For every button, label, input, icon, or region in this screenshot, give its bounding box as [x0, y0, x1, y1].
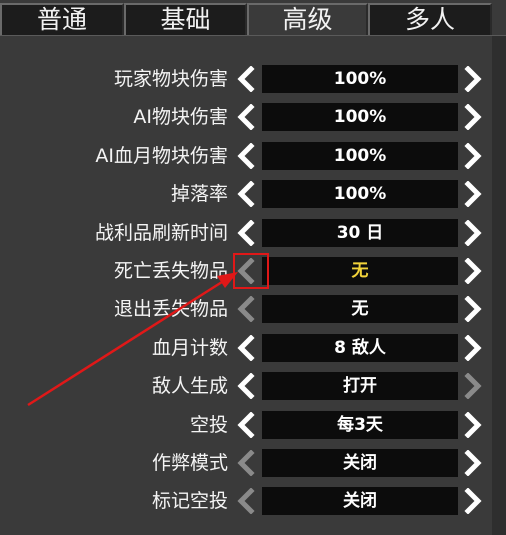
chevron-right-icon	[464, 220, 482, 246]
setting-label: 掉落率	[170, 183, 228, 205]
chevron-right-icon	[464, 450, 482, 476]
tab-normal[interactable]: 普通	[0, 3, 124, 35]
setting-label: 标记空投	[151, 490, 228, 512]
decrease-button[interactable]	[235, 488, 257, 514]
setting-value: 100%	[262, 142, 458, 170]
setting-value: 无	[262, 295, 458, 323]
chevron-left-icon	[237, 66, 255, 92]
increase-button[interactable]	[462, 488, 484, 514]
decrease-button[interactable]	[235, 296, 257, 322]
setting-label: 玩家物块伤害	[113, 68, 228, 90]
decrease-button[interactable]	[235, 143, 257, 169]
chevron-left-icon	[237, 335, 255, 361]
setting-row-ai-block-damage: AI物块伤害 100%	[0, 100, 506, 134]
setting-label: 血月计数	[151, 337, 228, 359]
chevron-right-icon	[464, 488, 482, 514]
setting-row-bloodmoon-count: 血月计数 8 敌人	[0, 331, 506, 365]
setting-label: 退出丢失物品	[113, 298, 228, 320]
setting-label: 敌人生成	[151, 375, 228, 397]
setting-row-cheat-mode: 作弊模式 关闭	[0, 446, 506, 480]
decrease-button[interactable]	[235, 335, 257, 361]
setting-row-mark-airdrop: 标记空投 关闭	[0, 484, 506, 518]
chevron-left-icon	[237, 373, 255, 399]
increase-button[interactable]	[462, 335, 484, 361]
increase-button[interactable]	[462, 412, 484, 438]
chevron-right-icon	[464, 258, 482, 284]
tab-basic[interactable]: 基础	[124, 3, 247, 35]
setting-row-drop-rate: 掉落率 100%	[0, 177, 506, 211]
chevron-right-icon	[464, 181, 482, 207]
increase-button[interactable]	[462, 181, 484, 207]
setting-row-ai-bloodmoon-block-damage: AI血月物块伤害 100%	[0, 139, 506, 173]
increase-button[interactable]	[462, 373, 484, 399]
setting-value: 无	[262, 257, 458, 285]
chevron-left-icon	[237, 412, 255, 438]
chevron-right-icon	[464, 143, 482, 169]
setting-value: 每3天	[262, 411, 458, 439]
setting-row-enemy-spawning: 敌人生成 打开	[0, 369, 506, 403]
setting-label: AI血月物块伤害	[95, 145, 228, 167]
increase-button[interactable]	[462, 450, 484, 476]
setting-value: 100%	[262, 65, 458, 93]
chevron-right-icon	[464, 373, 482, 399]
increase-button[interactable]	[462, 104, 484, 130]
increase-button[interactable]	[462, 220, 484, 246]
chevron-left-icon	[237, 104, 255, 130]
tab-divider	[0, 35, 506, 36]
chevron-right-icon	[464, 296, 482, 322]
chevron-right-icon	[464, 66, 482, 92]
setting-value: 关闭	[262, 487, 458, 515]
setting-row-airdrop: 空投 每3天	[0, 408, 506, 442]
chevron-left-icon	[237, 181, 255, 207]
decrease-button[interactable]	[235, 66, 257, 92]
setting-value: 打开	[262, 372, 458, 400]
chevron-left-icon	[237, 296, 255, 322]
tab-multiplayer[interactable]: 多人	[368, 3, 492, 35]
setting-value: 关闭	[262, 449, 458, 477]
chevron-left-icon	[237, 220, 255, 246]
chevron-left-icon	[237, 143, 255, 169]
decrease-button[interactable]	[235, 181, 257, 207]
tab-advanced[interactable]: 高级	[247, 3, 368, 35]
setting-row-player-block-damage: 玩家物块伤害 100%	[0, 62, 506, 96]
setting-row-quit-drop-items: 退出丢失物品 无	[0, 292, 506, 326]
increase-button[interactable]	[462, 143, 484, 169]
setting-value: 30 日	[262, 219, 458, 247]
decrease-button[interactable]	[235, 104, 257, 130]
increase-button[interactable]	[462, 258, 484, 284]
annotation-highlight-box	[233, 253, 269, 289]
chevron-left-icon	[237, 488, 255, 514]
chevron-left-icon	[237, 450, 255, 476]
decrease-button[interactable]	[235, 373, 257, 399]
setting-label: 空投	[189, 414, 228, 436]
tab-bar: 普通 基础 高级 多人	[0, 0, 506, 36]
setting-label: 作弊模式	[151, 452, 228, 474]
increase-button[interactable]	[462, 66, 484, 92]
chevron-right-icon	[464, 412, 482, 438]
decrease-button[interactable]	[235, 412, 257, 438]
chevron-right-icon	[464, 335, 482, 361]
chevron-right-icon	[464, 104, 482, 130]
decrease-button[interactable]	[235, 220, 257, 246]
setting-value: 100%	[262, 103, 458, 131]
setting-value: 8 敌人	[262, 334, 458, 362]
setting-label: 战利品刷新时间	[94, 222, 228, 244]
setting-row-loot-respawn-time: 战利品刷新时间 30 日	[0, 216, 506, 250]
decrease-button[interactable]	[235, 450, 257, 476]
increase-button[interactable]	[462, 296, 484, 322]
setting-label: AI物块伤害	[133, 106, 228, 128]
setting-value: 100%	[262, 180, 458, 208]
setting-label: 死亡丢失物品	[113, 260, 228, 282]
